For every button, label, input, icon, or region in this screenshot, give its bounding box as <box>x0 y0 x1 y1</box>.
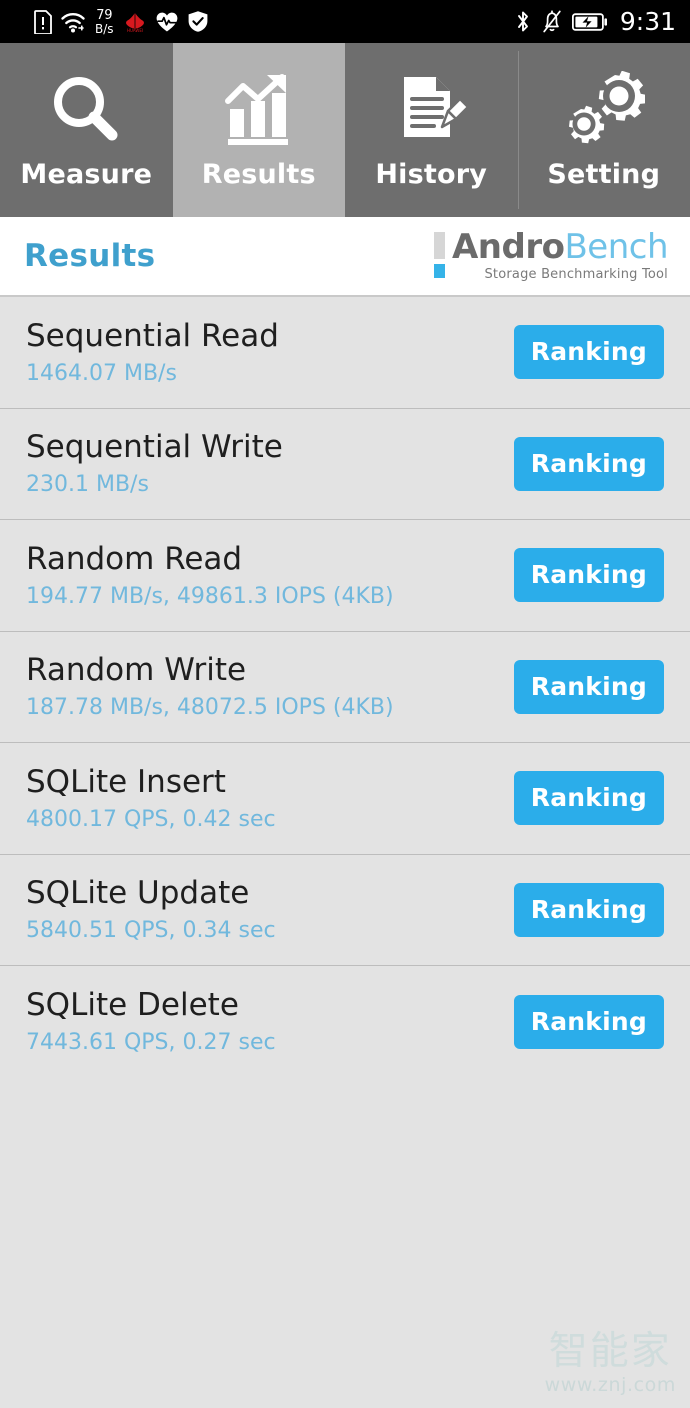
tab-setting[interactable]: Setting <box>517 43 690 217</box>
mute-bell-icon <box>541 9 563 34</box>
result-value: 187.78 MB/s, 48072.5 IOPS (4KB) <box>26 695 394 721</box>
result-text: SQLite Delete 7443.61 QPS, 0.27 sec <box>26 988 514 1055</box>
result-text: Sequential Write 230.1 MB/s <box>26 430 514 497</box>
status-bar: 79 B/s HUAWEI 9:31 <box>0 0 690 43</box>
ranking-button[interactable]: Ranking <box>513 548 664 603</box>
result-text: SQLite Update 5840.51 QPS, 0.34 sec <box>26 876 514 943</box>
result-title: Random Read <box>26 540 243 577</box>
table-row[interactable]: Random Write 187.78 MB/s, 48072.5 IOPS (… <box>0 632 690 743</box>
tab-measure-label: Measure <box>20 158 153 190</box>
watermark-url: www.znj.com <box>544 1374 676 1396</box>
androbench-logo: AndroBench Storage Benchmarking Tool <box>433 227 669 282</box>
tab-results-label: Results <box>201 158 316 190</box>
watermark-text: 智能家 <box>548 1329 672 1374</box>
page-header: Results AndroBench Storage Benchmarking … <box>0 217 690 297</box>
result-text: Sequential Read 1464.07 MB/s <box>26 319 514 386</box>
table-row[interactable]: Random Read 194.77 MB/s, 49861.3 IOPS (4… <box>0 520 690 632</box>
logo-bars-icon <box>433 230 445 282</box>
tab-results[interactable]: Results <box>172 43 345 217</box>
network-speed-unit: B/s <box>95 21 114 36</box>
result-value: 7443.61 QPS, 0.27 sec <box>26 1030 276 1056</box>
table-row[interactable]: SQLite Delete 7443.61 QPS, 0.27 sec Rank… <box>0 966 690 1078</box>
app-root: 79 B/s HUAWEI 9:31 Measure Results Histo… <box>0 0 690 1408</box>
battery-charging-icon <box>571 12 608 32</box>
ranking-button[interactable]: Ranking <box>513 325 664 380</box>
result-value: 5840.51 QPS, 0.34 sec <box>26 918 276 944</box>
network-speed-indicator: 79 B/s <box>95 9 114 35</box>
result-value: 194.77 MB/s, 49861.3 IOPS (4KB) <box>26 583 394 609</box>
ranking-button[interactable]: Ranking <box>513 771 664 826</box>
ranking-button[interactable]: Ranking <box>513 659 664 714</box>
result-title: Sequential Write <box>26 429 283 466</box>
result-value: 1464.07 MB/s <box>26 360 177 386</box>
tab-setting-label: Setting <box>547 158 661 190</box>
results-list: Sequential Read 1464.07 MB/s Ranking Seq… <box>0 297 690 1408</box>
ranking-button[interactable]: Ranking <box>513 882 664 937</box>
result-title: SQLite Delete <box>26 987 239 1024</box>
logo-tagline: Storage Benchmarking Tool <box>484 266 668 282</box>
main-tab-bar: Measure Results History Setting <box>0 43 690 217</box>
logo-andro: Andro <box>451 227 565 268</box>
ranking-button[interactable]: Ranking <box>513 436 664 491</box>
result-title: Sequential Read <box>26 317 279 354</box>
result-title: SQLite Insert <box>26 763 226 800</box>
document-pencil-icon <box>392 71 470 149</box>
watermark: 智能家 www.znj.com <box>545 1332 676 1396</box>
page-title: Results <box>24 238 156 274</box>
tab-history-label: History <box>375 158 488 190</box>
table-row[interactable]: SQLite Update 5840.51 QPS, 0.34 sec Rank… <box>0 855 690 966</box>
status-bar-left-icons: 79 B/s HUAWEI <box>34 9 209 35</box>
bluetooth-icon <box>514 9 532 34</box>
logo-bench: Bench <box>564 227 668 268</box>
wifi-icon <box>60 10 86 34</box>
result-value: 230.1 MB/s <box>26 472 149 498</box>
result-text: SQLite Insert 4800.17 QPS, 0.42 sec <box>26 765 514 832</box>
status-bar-right-icons: 9:31 <box>514 7 676 36</box>
magnifier-icon <box>47 71 125 149</box>
ranking-button[interactable]: Ranking <box>513 994 664 1049</box>
svg-text:HUAWEI: HUAWEI <box>126 28 142 33</box>
huawei-logo-icon: HUAWEI <box>123 11 147 33</box>
result-text: Random Write 187.78 MB/s, 48072.5 IOPS (… <box>26 653 514 720</box>
bar-chart-arrow-icon <box>220 71 298 149</box>
network-speed-value: 79 <box>96 7 113 23</box>
heart-rate-icon <box>155 11 179 33</box>
logo-wordmark: AndroBench <box>451 227 669 268</box>
table-row[interactable]: SQLite Insert 4800.17 QPS, 0.42 sec Rank… <box>0 743 690 855</box>
gears-icon <box>563 70 645 149</box>
shield-check-icon <box>187 10 209 33</box>
tab-history[interactable]: History <box>345 43 518 217</box>
tab-measure[interactable]: Measure <box>0 43 173 217</box>
result-value: 4800.17 QPS, 0.42 sec <box>26 806 276 832</box>
status-bar-clock: 9:31 <box>619 7 676 36</box>
result-title: Random Write <box>26 652 247 689</box>
table-row[interactable]: Sequential Write 230.1 MB/s Ranking <box>0 409 690 520</box>
logo-text: AndroBench Storage Benchmarking Tool <box>451 227 669 282</box>
result-title: SQLite Update <box>26 875 250 912</box>
result-text: Random Read 194.77 MB/s, 49861.3 IOPS (4… <box>26 542 514 609</box>
sim-card-icon <box>34 9 52 34</box>
table-row[interactable]: Sequential Read 1464.07 MB/s Ranking <box>0 297 690 409</box>
